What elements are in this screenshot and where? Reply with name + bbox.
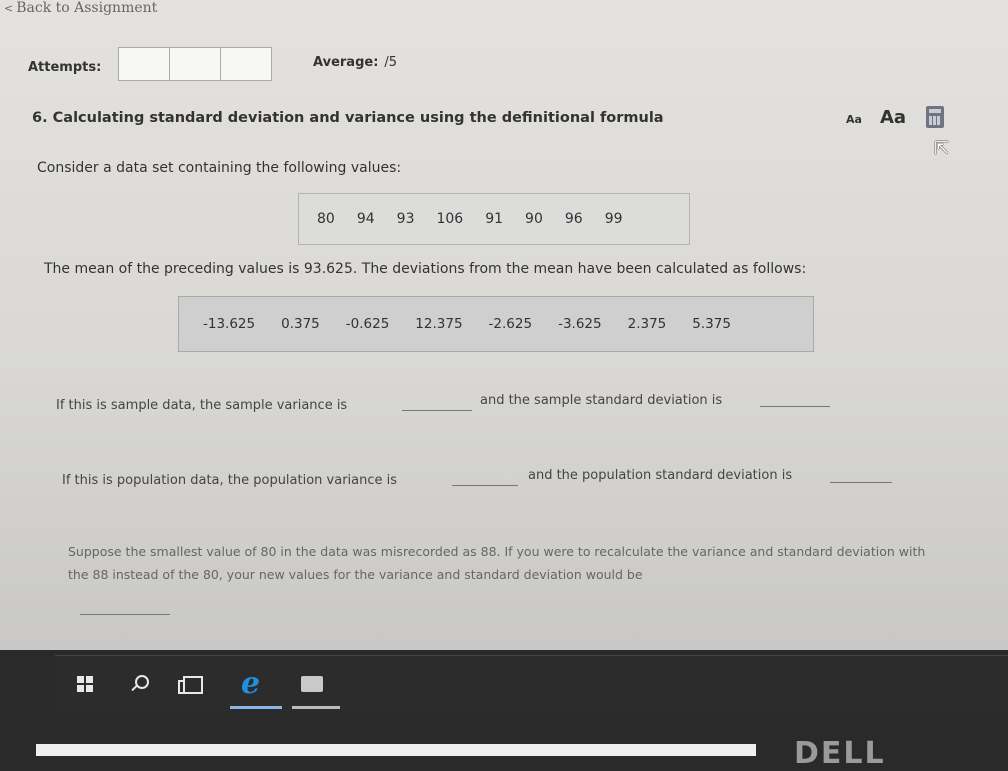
edge-browser-icon[interactable]: e <box>241 666 260 701</box>
average-score: Average: /5 <box>313 55 397 70</box>
sample-sd-input[interactable] <box>760 392 830 407</box>
sample-variance-label: If this is sample data, the sample varia… <box>56 398 348 413</box>
calculator-icon[interactable] <box>926 106 944 128</box>
back-to-assignment-link[interactable]: < Back to Assignment <box>4 0 157 16</box>
screen: < Back to Assignment Attempts: Average: /5… <box>0 0 1008 650</box>
deviation-value: 2.375 <box>627 316 667 332</box>
attempt-box <box>170 48 221 80</box>
sample-sd-label: and the sample standard deviation is <box>480 393 723 408</box>
data-value: 93 <box>396 211 415 227</box>
attempt-box <box>119 48 170 80</box>
data-value: 91 <box>485 211 504 227</box>
deviation-value: -0.625 <box>345 316 390 332</box>
deviation-value: -3.625 <box>558 316 602 332</box>
bezel-reflection <box>36 744 756 756</box>
deviations-box: -13.625 0.375 -0.625 12.375 -2.625 -3.62… <box>178 296 814 352</box>
recalculation-question: Suppose the smallest value of 80 in the … <box>68 544 926 582</box>
deviation-value: 0.375 <box>281 316 320 332</box>
chevron-left-icon: < <box>4 2 14 15</box>
app-indicator <box>292 706 340 709</box>
font-size-large-button[interactable]: Aa <box>880 107 906 128</box>
windows-start-icon[interactable] <box>77 676 93 692</box>
data-value: 99 <box>604 211 623 227</box>
population-sd-label: and the population standard deviation is <box>528 468 793 483</box>
data-value: 94 <box>356 211 375 227</box>
average-value: /5 <box>384 55 398 70</box>
search-icon[interactable] <box>135 675 149 689</box>
recalculation-input[interactable] <box>80 600 170 615</box>
data-value: 96 <box>564 211 583 227</box>
sample-variance-input[interactable] <box>402 396 472 411</box>
population-variance-input[interactable] <box>452 471 518 486</box>
deviation-value: 12.375 <box>415 316 463 332</box>
active-app-indicator <box>230 706 282 709</box>
attempt-boxes <box>118 47 272 81</box>
deviation-value: 5.375 <box>692 316 731 332</box>
back-link-label: Back to Assignment <box>16 0 158 16</box>
population-variance-label: If this is population data, the populati… <box>62 473 398 488</box>
data-value: 106 <box>436 211 464 227</box>
taskbar: e <box>55 655 1008 711</box>
deviation-value: -2.625 <box>488 316 533 332</box>
attempt-box <box>221 48 271 80</box>
app-icon[interactable] <box>301 676 323 692</box>
cursor-icon: ⇱ <box>934 138 950 159</box>
data-values-box: 80 94 93 106 91 90 96 99 <box>298 193 690 245</box>
task-view-icon[interactable] <box>178 676 203 694</box>
brand-logo: DELL <box>794 736 886 771</box>
mean-statement: The mean of the preceding values is 93.6… <box>44 261 807 277</box>
deviation-value: -13.625 <box>203 316 256 332</box>
font-size-small-button[interactable]: Aa <box>846 113 862 126</box>
data-value: 90 <box>525 211 543 227</box>
question-prompt: Consider a data set containing the follo… <box>37 160 402 176</box>
question-title: 6. Calculating standard deviation and va… <box>32 110 664 126</box>
population-sd-input[interactable] <box>830 468 892 483</box>
data-value: 80 <box>317 211 335 227</box>
average-label: Average: <box>313 55 379 70</box>
attempts-label: Attempts: <box>28 60 102 75</box>
